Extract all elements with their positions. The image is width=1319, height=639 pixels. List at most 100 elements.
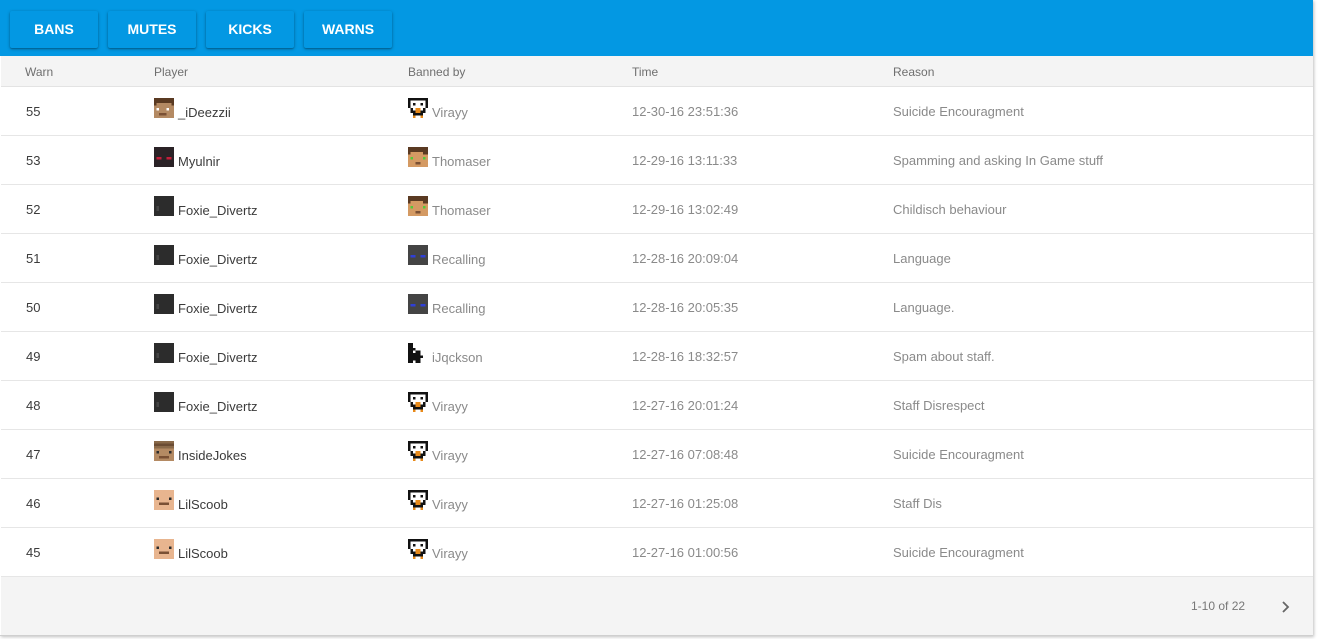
row-id: 49 xyxy=(26,349,41,364)
banned-by-name: iJqckson xyxy=(432,350,483,365)
row-id: 45 xyxy=(26,545,41,560)
banned-by-avatar xyxy=(408,98,428,118)
player-head-icon xyxy=(154,147,174,167)
column-header-time[interactable]: Time xyxy=(632,65,658,79)
table-row[interactable]: 52 Foxie_Divertz Thomaser 12-29-16 13:02:49… xyxy=(1,185,1313,234)
banned-by-name: Thomaser xyxy=(432,154,491,169)
row-time: 12-27-16 20:01:24 xyxy=(632,398,739,413)
player-name: Foxie_Divertz xyxy=(178,399,258,414)
banned-by-name: Recalling xyxy=(432,252,486,267)
column-header-banned-by[interactable]: Banned by xyxy=(408,65,465,79)
banned-by-name: Virayy xyxy=(432,105,468,120)
table-row[interactable]: 48 Foxie_Divertz Virayy 12-27-16 20:01:24 St… xyxy=(1,381,1313,430)
table-row[interactable]: 50 Foxie_Divertz Recalling 12-28-16 20:05:3… xyxy=(1,283,1313,332)
banned-by-name: Virayy xyxy=(432,399,468,414)
staff-head-icon xyxy=(408,98,428,118)
player-head-icon xyxy=(154,441,174,461)
tab-bans[interactable]: BANS xyxy=(10,11,98,48)
chevron-right-icon[interactable] xyxy=(1276,597,1296,617)
table-row[interactable]: 55 _iDeezzii Virayy 12-30-16 23:51:36 Suicid… xyxy=(1,87,1313,136)
row-reason: Language. xyxy=(893,300,955,315)
staff-head-icon xyxy=(408,147,428,167)
player-head-icon xyxy=(154,539,174,559)
column-header-player[interactable]: Player xyxy=(154,65,188,79)
table-row[interactable]: 51 Foxie_Divertz Recalling 12-28-16 20:09:0… xyxy=(1,234,1313,283)
player-name: Foxie_Divertz xyxy=(178,252,258,267)
player-name: Foxie_Divertz xyxy=(178,350,258,365)
banned-by-avatar xyxy=(408,343,428,363)
banned-by-avatar xyxy=(408,539,428,559)
player-avatar xyxy=(154,539,174,559)
staff-head-icon xyxy=(408,343,423,363)
player-name: Foxie_Divertz xyxy=(178,203,258,218)
tab-warns[interactable]: WARNS xyxy=(304,11,392,48)
banned-by-name: Virayy xyxy=(432,546,468,561)
row-reason: Staff Disrespect xyxy=(893,398,985,413)
player-name: LilScoob xyxy=(178,497,228,512)
banned-by-name: Thomaser xyxy=(432,203,491,218)
table-row[interactable]: 53 Myulnir Thomaser 12-29-16 13:11:33 Spammi… xyxy=(1,136,1313,185)
row-id: 55 xyxy=(26,104,41,119)
row-reason: Spamming and asking In Game stuff xyxy=(893,153,1104,168)
table-row[interactable]: 47 InsideJokes Virayy 12-27-16 07:08:48 Suic… xyxy=(1,430,1313,479)
punishments-panel: BANS MUTES KICKS WARNS Warn Player Banne… xyxy=(0,0,1313,636)
pagination-range: 1-10 of 22 xyxy=(1191,599,1246,613)
row-id: 51 xyxy=(26,251,41,266)
row-reason: Childisch behaviour xyxy=(893,202,1007,217)
banned-by-avatar xyxy=(408,490,428,510)
banned-by-name: Recalling xyxy=(432,301,486,316)
player-head-icon xyxy=(154,343,174,363)
row-id: 50 xyxy=(26,300,41,315)
row-reason: Suicide Encouragment xyxy=(893,104,1024,119)
banned-by-avatar xyxy=(408,147,428,167)
table-footer: 1-10 of 22 xyxy=(1,577,1313,635)
row-time: 12-30-16 23:51:36 xyxy=(632,104,739,119)
row-reason: Spam about staff. xyxy=(893,349,995,364)
tab-kicks[interactable]: KICKS xyxy=(206,11,294,48)
row-id: 48 xyxy=(26,398,41,413)
player-head-icon xyxy=(154,196,174,216)
player-avatar xyxy=(154,343,174,363)
player-head-icon xyxy=(154,490,174,510)
staff-head-icon xyxy=(408,196,428,216)
table-row[interactable]: 46 LilScoob Virayy 12-27-16 01:25:08 Staff D… xyxy=(1,479,1313,528)
player-name: _iDeezzii xyxy=(178,105,231,120)
row-id: 52 xyxy=(26,202,41,217)
player-name: Myulnir xyxy=(178,154,220,169)
player-avatar xyxy=(154,245,174,265)
row-time: 12-28-16 18:32:57 xyxy=(632,349,739,364)
row-time: 12-29-16 13:02:49 xyxy=(632,202,739,217)
player-head-icon xyxy=(154,245,174,265)
staff-head-icon xyxy=(408,392,428,412)
banned-by-avatar xyxy=(408,196,428,216)
row-id: 47 xyxy=(26,447,41,462)
player-avatar xyxy=(154,294,174,314)
player-head-icon xyxy=(154,294,174,314)
banned-by-name: Virayy xyxy=(432,448,468,463)
player-avatar xyxy=(154,490,174,510)
tab-mutes[interactable]: MUTES xyxy=(108,11,196,48)
banned-by-avatar xyxy=(408,441,428,461)
table-body: 55 _iDeezzii Virayy 12-30-16 23:51:36 Suicid… xyxy=(1,87,1313,577)
player-avatar xyxy=(154,98,174,118)
player-avatar xyxy=(154,196,174,216)
table-header: Warn Player Banned by Time Reason xyxy=(1,56,1313,87)
banned-by-name: Virayy xyxy=(432,497,468,512)
column-header-id[interactable]: Warn xyxy=(25,65,53,79)
row-time: 12-29-16 13:11:33 xyxy=(632,153,738,168)
row-reason: Staff Dis xyxy=(893,496,942,511)
row-time: 12-28-16 20:09:04 xyxy=(632,251,739,266)
row-time: 12-27-16 01:00:56 xyxy=(632,545,739,560)
staff-head-icon xyxy=(408,294,428,314)
staff-head-icon xyxy=(408,441,428,461)
table-row[interactable]: 45 LilScoob Virayy 12-27-16 01:00:56 Suicide… xyxy=(1,528,1313,577)
row-reason: Suicide Encouragment xyxy=(893,545,1024,560)
tab-toolbar: BANS MUTES KICKS WARNS xyxy=(0,0,1313,56)
row-id: 46 xyxy=(26,496,41,511)
table-row[interactable]: 49 Foxie_Divertz iJqckson 12-28-16 18:32:57… xyxy=(1,332,1313,381)
player-avatar xyxy=(154,392,174,412)
player-name: LilScoob xyxy=(178,546,228,561)
row-id: 53 xyxy=(26,153,41,168)
column-header-reason[interactable]: Reason xyxy=(893,65,934,79)
banned-by-avatar xyxy=(408,294,428,314)
